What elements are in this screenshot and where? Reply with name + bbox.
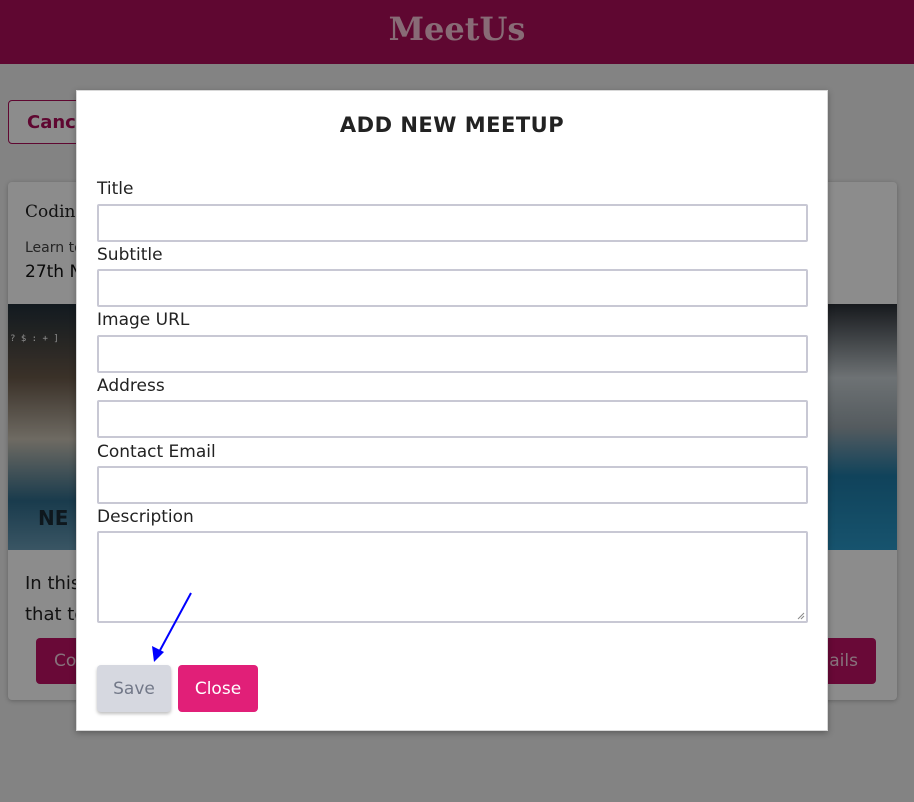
title-label: Title	[97, 179, 134, 199]
address-label: Address	[97, 376, 165, 396]
subtitle-input[interactable]	[97, 269, 808, 307]
title-input[interactable]	[97, 204, 808, 242]
arrow-icon	[152, 592, 192, 662]
contact-email-input[interactable]	[97, 466, 808, 504]
address-input[interactable]	[97, 400, 808, 438]
modal-title: ADD NEW MEETUP	[339, 113, 565, 137]
description-textarea[interactable]	[97, 531, 808, 623]
contact-email-label: Contact Email	[97, 442, 216, 462]
subtitle-label: Subtitle	[97, 245, 163, 265]
description-label: Description	[97, 507, 194, 527]
image-url-label: Image URL	[97, 310, 190, 330]
save-button[interactable]: Save	[97, 665, 171, 712]
close-button[interactable]: Close	[178, 665, 258, 712]
image-url-input[interactable]	[97, 335, 808, 373]
resize-grip-icon[interactable]	[797, 612, 805, 620]
